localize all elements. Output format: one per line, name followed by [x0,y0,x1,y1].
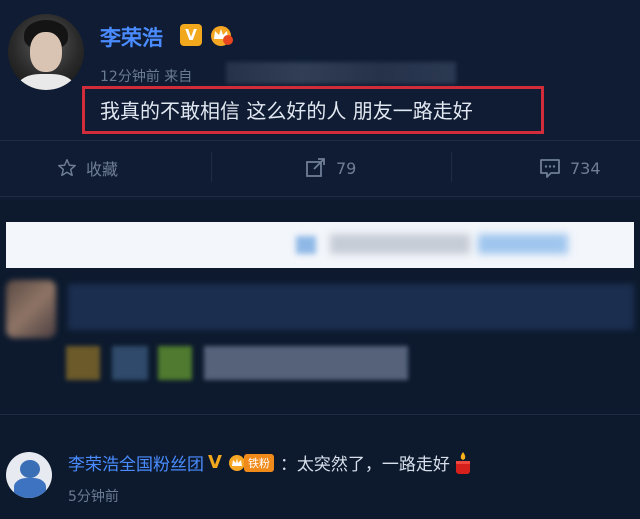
comment-item: 李荣浩全国粉丝团 V 铁粉 ：太突然了，一路走好 [68,450,474,475]
post-time: 12分钟前 [100,69,160,85]
divider [0,196,640,197]
author-avatar[interactable] [8,14,84,90]
divider [0,414,640,415]
action-bar: 收藏 79 734 [0,148,640,188]
redacted-text [478,234,568,254]
redacted-badge [158,346,192,380]
redacted-comment-text [204,346,408,380]
repost-button[interactable]: 79 [304,148,356,188]
source-redacted [226,62,456,84]
commenter-name[interactable]: 李荣浩全国粉丝团 [68,450,204,475]
comment-time: 5分钟前 [68,489,119,505]
comment-icon [540,159,560,178]
repost-count: 79 [336,158,357,178]
action-divider [211,152,212,182]
source-label: 来自 [164,69,193,85]
verified-badge: V [180,24,202,46]
fan-badge: 铁粉 [228,452,274,474]
divider [0,140,640,141]
favorite-label: 收藏 [86,160,119,179]
redacted-avatar [6,280,56,338]
share-icon [306,158,325,177]
action-divider [451,152,452,182]
redacted-text [330,234,470,254]
redacted-badge [112,346,148,380]
post-content: 我真的不敢相信 这么好的人 朋友一路走好 [100,99,473,123]
author-name[interactable]: 李荣浩 [100,22,163,52]
candle-emoji-icon [455,451,470,474]
crown-icon [211,26,233,46]
commenter-avatar[interactable] [6,452,52,498]
favorite-button[interactable]: 收藏 [56,148,118,188]
comment-text: ：太突然了，一路走好 [279,455,450,475]
post-meta: 12分钟前 来自 [100,66,192,86]
fan-badge-label: 铁粉 [243,453,274,472]
star-icon [58,159,76,177]
redacted-badge [66,346,100,380]
redacted-icon [296,236,316,254]
comment-count: 734 [570,158,601,178]
verified-badge: V [208,452,222,473]
comment-button[interactable]: 734 [538,148,601,188]
redacted-comment [68,284,634,330]
